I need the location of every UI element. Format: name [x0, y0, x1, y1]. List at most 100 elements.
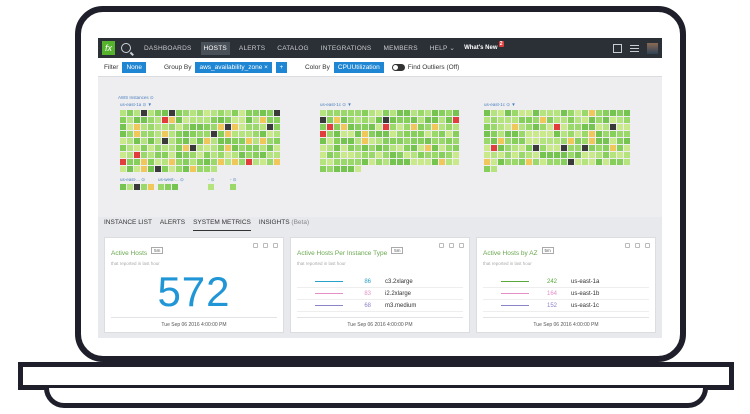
- host-cell[interactable]: [169, 117, 175, 123]
- host-cell[interactable]: [211, 124, 217, 130]
- zone-label-1[interactable]: us-east-1a ⊙ ▼: [120, 102, 152, 108]
- host-cell[interactable]: [484, 166, 490, 172]
- host-cell[interactable]: [148, 110, 154, 116]
- host-cell[interactable]: [418, 124, 424, 130]
- host-cell[interactable]: [274, 131, 280, 137]
- host-cell[interactable]: [169, 159, 175, 165]
- host-cell[interactable]: [418, 138, 424, 144]
- host-cell[interactable]: [397, 145, 403, 151]
- host-cell[interactable]: [432, 131, 438, 137]
- host-cell[interactable]: [540, 124, 546, 130]
- host-cell[interactable]: [376, 117, 382, 123]
- host-cell[interactable]: [582, 131, 588, 137]
- host-cell[interactable]: [596, 152, 602, 158]
- avatar[interactable]: [647, 42, 658, 54]
- host-cell[interactable]: [355, 131, 361, 137]
- nav-dashboards[interactable]: DASHBOARDS: [141, 42, 195, 55]
- host-cell[interactable]: [369, 131, 375, 137]
- outliers-toggle[interactable]: [391, 63, 405, 71]
- host-cell[interactable]: [383, 117, 389, 123]
- host-cell[interactable]: [404, 124, 410, 130]
- host-cell[interactable]: [253, 152, 259, 158]
- host-cell[interactable]: [376, 152, 382, 158]
- host-cell[interactable]: [327, 124, 333, 130]
- host-cell[interactable]: [127, 138, 133, 144]
- host-cell[interactable]: [211, 166, 217, 172]
- host-cell[interactable]: [505, 152, 511, 158]
- host-cell[interactable]: [411, 159, 417, 165]
- host-cell[interactable]: [369, 124, 375, 130]
- host-cell[interactable]: [162, 131, 168, 137]
- host-cell[interactable]: [327, 110, 333, 116]
- interval-pill[interactable]: 5m: [541, 247, 554, 255]
- host-cell[interactable]: [554, 138, 560, 144]
- host-cell[interactable]: [127, 166, 133, 172]
- host-cell[interactable]: [484, 131, 490, 137]
- host-cell[interactable]: [176, 159, 182, 165]
- host-cell[interactable]: [533, 145, 539, 151]
- host-cell[interactable]: [411, 138, 417, 144]
- host-cell[interactable]: [575, 145, 581, 151]
- host-cell[interactable]: [148, 159, 154, 165]
- host-cell[interactable]: [453, 117, 459, 123]
- host-cell[interactable]: [239, 124, 245, 130]
- host-cell[interactable]: [547, 138, 553, 144]
- zone-label-2[interactable]: us-east-1c ⊙ ▼: [320, 102, 352, 108]
- host-cell[interactable]: [547, 131, 553, 137]
- host-cell[interactable]: [617, 138, 623, 144]
- host-cell[interactable]: [341, 131, 347, 137]
- host-cell[interactable]: [603, 131, 609, 137]
- info-icon[interactable]: [263, 243, 268, 248]
- host-cell[interactable]: [211, 110, 217, 116]
- host-cell[interactable]: [446, 159, 452, 165]
- host-cell[interactable]: [239, 145, 245, 151]
- host-cell[interactable]: [155, 117, 161, 123]
- host-cell[interactable]: [554, 124, 560, 130]
- host-cell[interactable]: [190, 131, 196, 137]
- host-cell[interactable]: [484, 117, 490, 123]
- host-cell[interactable]: [526, 145, 532, 151]
- host-cell[interactable]: [120, 110, 126, 116]
- host-cell[interactable]: [432, 159, 438, 165]
- host-cell[interactable]: [148, 124, 154, 130]
- host-cell[interactable]: [519, 145, 525, 151]
- host-cell[interactable]: [617, 159, 623, 165]
- host-cell[interactable]: [197, 110, 203, 116]
- host-cell[interactable]: [190, 138, 196, 144]
- host-cell[interactable]: [390, 152, 396, 158]
- host-cell[interactable]: [554, 145, 560, 151]
- host-cell[interactable]: [411, 131, 417, 137]
- host-cell[interactable]: [425, 152, 431, 158]
- host-cell[interactable]: [425, 159, 431, 165]
- host-cell[interactable]: [526, 138, 532, 144]
- host-cell[interactable]: [320, 124, 326, 130]
- host-cell[interactable]: [260, 110, 266, 116]
- host-cell[interactable]: [134, 138, 140, 144]
- host-cell[interactable]: [134, 124, 140, 130]
- host-cell[interactable]: [355, 124, 361, 130]
- host-cell[interactable]: [453, 131, 459, 137]
- host-cell[interactable]: [453, 152, 459, 158]
- host-cell[interactable]: [603, 145, 609, 151]
- host-cell[interactable]: [439, 124, 445, 130]
- host-cell[interactable]: [390, 110, 396, 116]
- host-cell[interactable]: [404, 138, 410, 144]
- host-cell[interactable]: [617, 124, 623, 130]
- host-cell[interactable]: [348, 117, 354, 123]
- host-cell[interactable]: [533, 131, 539, 137]
- host-cell[interactable]: [575, 152, 581, 158]
- host-cell[interactable]: [519, 138, 525, 144]
- host-cell[interactable]: [120, 138, 126, 144]
- tab-instance-list[interactable]: INSTANCE LIST: [104, 219, 152, 231]
- host-cell[interactable]: [225, 145, 231, 151]
- host-cell[interactable]: [183, 110, 189, 116]
- aws-instances-label[interactable]: AWS Instances ⊙: [118, 95, 154, 101]
- host-cell[interactable]: [491, 159, 497, 165]
- host-cell[interactable]: [561, 124, 567, 130]
- host-cell[interactable]: [327, 145, 333, 151]
- host-cell[interactable]: [582, 152, 588, 158]
- group-by-chip[interactable]: aws_availability_zone ×: [195, 61, 272, 73]
- whats-new-link[interactable]: What's New 2: [464, 41, 504, 51]
- host-cell[interactable]: [369, 152, 375, 158]
- host-cell[interactable]: [505, 131, 511, 137]
